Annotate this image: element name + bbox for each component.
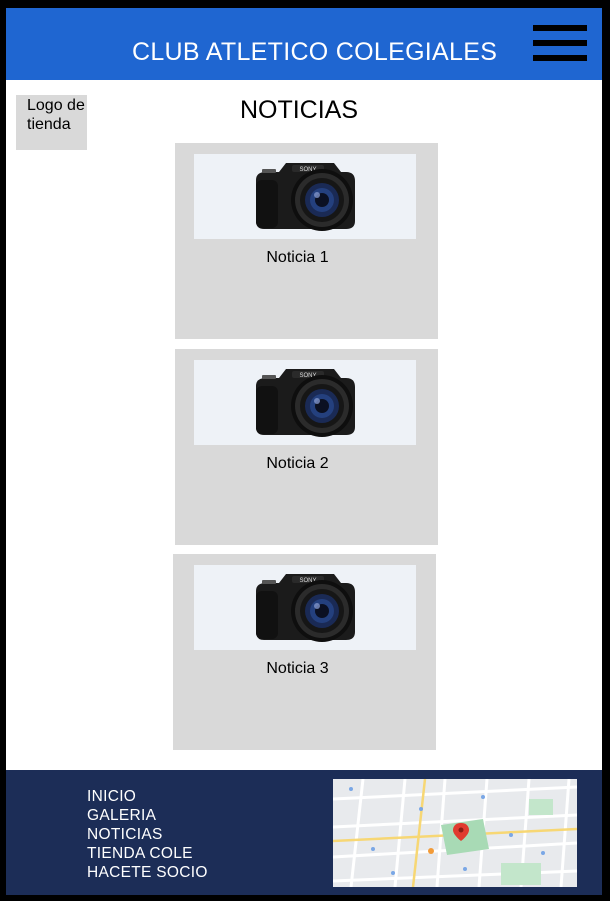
header-bar: CLUB ATLETICO COLEGIALES xyxy=(6,8,602,80)
map-location-icon xyxy=(333,779,577,887)
news-card-3[interactable]: SONY Noticia 3 xyxy=(173,554,436,750)
footer-nav: INICIO GALERIA NOTICIAS TIENDA COLE HACE… xyxy=(87,787,208,882)
camera-icon: SONY xyxy=(194,565,416,650)
footer-link-socio[interactable]: HACETE SOCIO xyxy=(87,863,208,882)
footer-link-inicio[interactable]: INICIO xyxy=(87,787,208,806)
menu-bar xyxy=(533,55,587,61)
camera-icon: SONY xyxy=(194,360,416,445)
news-card-1[interactable]: SONY Noticia 1 xyxy=(175,143,438,339)
news-card-title: Noticia 2 xyxy=(266,455,329,472)
menu-bar xyxy=(533,25,587,31)
camera-icon: SONY xyxy=(194,154,416,239)
news-card-title: Noticia 1 xyxy=(266,249,329,266)
location-map[interactable] xyxy=(333,779,577,887)
page-frame: CLUB ATLETICO COLEGIALES Logo de tienda … xyxy=(6,8,602,895)
page-title: NOTICIAS xyxy=(239,96,359,124)
news-card-title: Noticia 3 xyxy=(266,660,329,677)
footer-link-tienda[interactable]: TIENDA COLE xyxy=(87,844,208,863)
site-title: CLUB ATLETICO COLEGIALES xyxy=(132,38,498,66)
footer: INICIO GALERIA NOTICIAS TIENDA COLE HACE… xyxy=(6,770,602,895)
news-card-2[interactable]: SONY Noticia 2 xyxy=(175,349,438,545)
footer-link-galeria[interactable]: GALERIA xyxy=(87,806,208,825)
footer-link-noticias[interactable]: NOTICIAS xyxy=(87,825,208,844)
menu-bar xyxy=(533,40,587,46)
hamburger-menu-icon[interactable] xyxy=(533,25,587,61)
